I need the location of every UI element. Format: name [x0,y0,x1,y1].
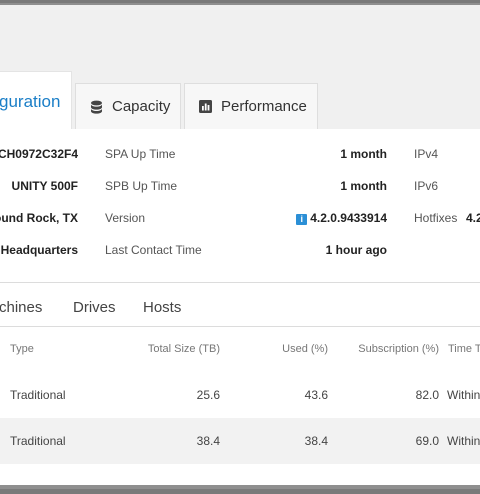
cell-time: Within [447,434,480,448]
tab-performance[interactable]: Performance [184,83,318,129]
table-row[interactable]: Traditional 38.4 38.4 69.0 Within [0,418,480,464]
window-frame: guration Capacity Performance CH0972C32F… [0,3,480,489]
cell-subscription: 82.0 [415,388,439,402]
model-value: UNITY 500F [11,179,78,193]
subtab-drives[interactable]: Drives [73,299,116,316]
version-value: 4.2.0.9433914 [310,211,387,225]
version-value-group: i 4.2.0.9433914 [296,211,387,225]
section-divider [0,282,480,283]
location-value: ound Rock, TX [0,211,78,225]
cell-total-size: 38.4 [196,434,220,448]
table-row[interactable]: Traditional 25.6 43.6 82.0 Within [0,372,480,418]
tab-performance-label: Performance [221,98,307,115]
column-header-time[interactable]: Time T [448,343,480,355]
cell-time: Within [447,388,480,402]
last-contact-value: 1 hour ago [325,243,387,257]
subtab-machines[interactable]: chines [0,299,42,316]
hotfixes-label: Hotfixes [414,211,458,225]
cell-type: Traditional [10,388,66,402]
info-icon[interactable]: i [296,214,308,225]
subtab-hosts[interactable]: Hosts [143,299,181,316]
tab-configuration-label: guration [0,91,61,111]
column-header-type[interactable]: Type [10,343,34,355]
column-header-subscription[interactable]: Subscription (%) [358,343,439,355]
version-label: Version [105,211,146,225]
bar-chart-icon [199,100,212,113]
column-header-used[interactable]: Used (%) [282,343,328,355]
cell-total-size: 25.6 [196,388,220,402]
tab-capacity-label: Capacity [112,98,171,115]
details-panel: CH0972C32F4 UNITY 500F ound Rock, TX E H… [0,129,480,485]
spa-uptime-label: SPA Up Time [105,147,176,161]
spa-uptime-value: 1 month [340,147,387,161]
last-contact-label: Last Contact Time [105,243,202,257]
column-header-total-size[interactable]: Total Size (TB) [148,343,220,355]
hotfixes-value: 4.2 [466,211,480,225]
cell-used: 43.6 [304,388,328,402]
cell-used: 38.4 [304,434,328,448]
cell-subscription: 69.0 [415,434,439,448]
tab-configuration[interactable]: guration [0,71,72,131]
cell-type: Traditional [10,434,66,448]
subtab-divider [0,326,480,327]
ipv6-label: IPv6 [414,179,439,193]
site-value: E Headquarters [0,243,78,257]
spb-uptime-value: 1 month [340,179,387,193]
serial-number-value: CH0972C32F4 [0,147,78,161]
tab-capacity[interactable]: Capacity [75,83,181,129]
spb-uptime-label: SPB Up Time [105,179,178,193]
database-icon [90,100,103,114]
tab-bar: guration Capacity Performance [0,71,480,131]
ipv4-label: IPv4 [414,147,439,161]
